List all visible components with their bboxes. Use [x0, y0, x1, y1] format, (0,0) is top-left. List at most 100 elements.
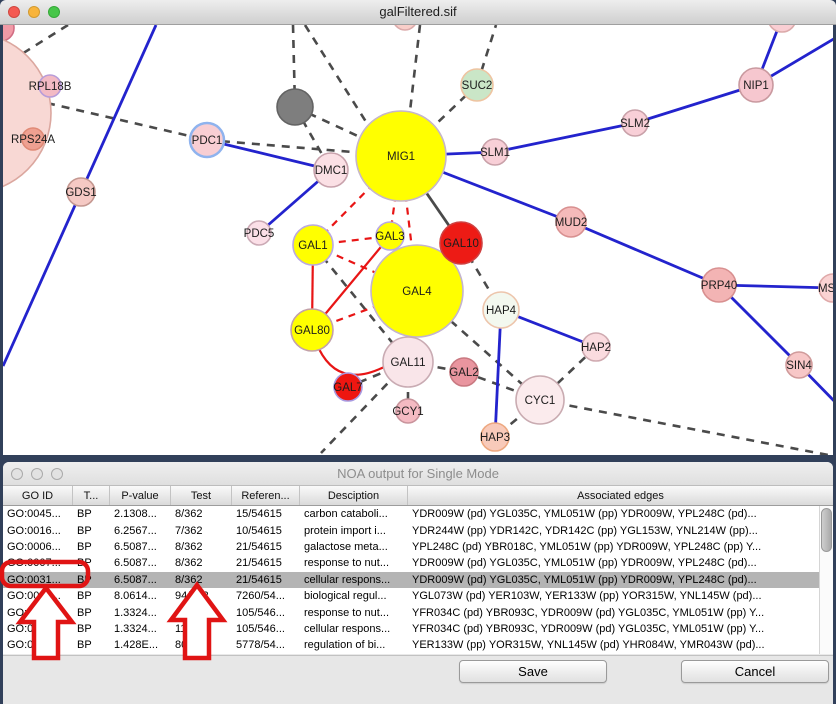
column-header-6[interactable]: Associated edges — [408, 486, 833, 505]
cell-test: 80/362 — [171, 639, 232, 651]
cell-go: GO:0031... — [3, 607, 73, 619]
cell-go: GO:0006... — [3, 541, 73, 553]
network-window-titlebar[interactable]: galFiltered.sif — [0, 0, 836, 25]
network-edge[interactable] — [540, 400, 828, 455]
node-label-PDC5: PDC5 — [244, 228, 275, 240]
table-row[interactable]: GO:0031...BP6.5087...8/36221/54615cellul… — [3, 572, 833, 588]
cell-p: 2.1308... — [110, 508, 171, 520]
network-node-dark[interactable] — [277, 89, 313, 125]
noa-button-bar: Save Cancel — [3, 655, 833, 704]
node-label-MIG1: MIG1 — [387, 151, 415, 163]
cell-p: 6.2567... — [110, 525, 171, 537]
noa-window-titlebar[interactable]: NOA output for Single Mode — [3, 462, 833, 486]
cell-go: GO:0007... — [3, 557, 73, 569]
cell-p: 1.3324... — [110, 607, 171, 619]
node-label-SIN4: SIN4 — [786, 360, 812, 372]
network-edge[interactable] — [571, 222, 719, 285]
network-node-trnode[interactable] — [768, 25, 796, 32]
network-edge[interactable] — [3, 192, 81, 366]
window-title: galFiltered.sif — [0, 4, 836, 19]
cell-go: GO:0031... — [3, 623, 73, 635]
network-edge[interactable] — [495, 310, 501, 437]
cell-type: BP — [73, 525, 110, 537]
cell-edges: YFR034C (pd) YBR093C, YDR009W (pd) YGL03… — [408, 623, 833, 635]
save-button[interactable]: Save — [459, 660, 607, 683]
cell-go: GO:0031... — [3, 574, 73, 586]
column-header-2[interactable]: P-value — [110, 486, 171, 505]
node-label-MUD2: MUD2 — [555, 217, 588, 229]
cell-desc: regulation of bi... — [300, 639, 408, 651]
network-node-tmnode[interactable] — [393, 25, 417, 30]
node-label-RPS24A: RPS24A — [11, 134, 55, 146]
cell-p: 6.5087... — [110, 541, 171, 553]
network-edge[interactable] — [635, 85, 756, 123]
network-node-corner[interactable] — [3, 25, 14, 41]
table-row[interactable]: GO:0006...BP6.5087...8/36221/54615galact… — [3, 539, 833, 555]
cell-type: BP — [73, 574, 110, 586]
cell-edges: YFR034C (pd) YBR093C, YDR009W (pd) YGL03… — [408, 607, 833, 619]
cell-ref: 21/54615 — [232, 541, 300, 553]
node-label-HAP3: HAP3 — [480, 432, 510, 444]
cell-desc: protein import i... — [300, 525, 408, 537]
cell-edges: YDR009W (pd) YGL035C, YML051W (pp) YDR00… — [408, 557, 833, 569]
cancel-button[interactable]: Cancel — [681, 660, 829, 683]
cell-go: GO:0016... — [3, 525, 73, 537]
cell-desc: biological regul... — [300, 590, 408, 602]
network-edge[interactable] — [410, 25, 420, 111]
table-scrollbar[interactable] — [819, 506, 833, 654]
table-row[interactable]: GO:0050...BP1.428E...80/3625778/54...reg… — [3, 637, 833, 653]
network-edge[interactable] — [47, 103, 207, 140]
column-header-0[interactable]: GO ID — [3, 486, 73, 505]
column-header-5[interactable]: Desciption — [300, 486, 408, 505]
cell-desc: carbon cataboli... — [300, 508, 408, 520]
table-row[interactable]: GO:0031...BP1.3324...11/362105/546...cel… — [3, 621, 833, 637]
network-edge[interactable] — [81, 25, 156, 192]
cell-ref: 105/546... — [232, 623, 300, 635]
table-row[interactable]: GO:0016...BP6.2567...7/36210/54615protei… — [3, 522, 833, 538]
table-row[interactable]: GO:0031...BP1.3324...11/362105/546...res… — [3, 604, 833, 620]
cell-go: GO:0065... — [3, 590, 73, 602]
cell-edges: YER133W (pp) YOR315W, YNL145W (pd) YHR08… — [408, 639, 833, 651]
cell-test: 8/362 — [171, 541, 232, 553]
node-label-GAL10: GAL10 — [443, 238, 479, 250]
scrollbar-thumb[interactable] — [821, 508, 832, 552]
node-label-PDC1: PDC1 — [192, 135, 223, 147]
table-row[interactable]: GO:0065...BP8.0614...94/3627260/54...bio… — [3, 588, 833, 604]
table-row[interactable]: GO:0045...BP2.1308...8/36215/54615carbon… — [3, 506, 833, 522]
node-label-GDS1: GDS1 — [65, 187, 96, 199]
node-label-MSL5: MSL5 — [818, 283, 833, 295]
cell-p: 6.5087... — [110, 557, 171, 569]
node-label-GCY1: GCY1 — [392, 406, 423, 418]
network-node-bigleft[interactable] — [3, 33, 51, 193]
network-canvas[interactable]: RPL18BRPS24AGDS1PDC1DMC1MIG1SUC2SLM1SLM2… — [3, 25, 833, 455]
cell-edges: YGL073W (pd) YER103W, YER133W (pp) YOR31… — [408, 590, 833, 602]
network-edge[interactable] — [17, 25, 68, 57]
network-edge[interactable] — [305, 25, 368, 125]
node-label-RPL18B: RPL18B — [29, 81, 72, 93]
cell-p: 1.3324... — [110, 623, 171, 635]
column-header-4[interactable]: Referen... — [232, 486, 300, 505]
table-row[interactable]: GO:0007...BP6.5087...8/36221/54615respon… — [3, 555, 833, 571]
cell-p: 1.428E... — [110, 639, 171, 651]
cell-type: BP — [73, 541, 110, 553]
network-edge[interactable] — [495, 123, 635, 152]
node-label-PRP40: PRP40 — [701, 280, 737, 292]
node-label-DMC1: DMC1 — [315, 165, 348, 177]
network-edge[interactable] — [319, 349, 384, 375]
cell-p: 8.0614... — [110, 590, 171, 602]
cell-ref: 10/54615 — [232, 525, 300, 537]
canvas-frame: RPL18BRPS24AGDS1PDC1DMC1MIG1SUC2SLM1SLM2… — [0, 25, 836, 455]
cell-test: 94/362 — [171, 590, 232, 602]
node-label-SLM1: SLM1 — [480, 147, 510, 159]
node-label-GAL4: GAL4 — [402, 286, 432, 298]
noa-table-body: GO:0045...BP2.1308...8/36215/54615carbon… — [3, 506, 833, 654]
column-header-1[interactable]: T... — [73, 486, 110, 505]
cell-ref: 5778/54... — [232, 639, 300, 651]
noa-window-title: NOA output for Single Mode — [3, 466, 833, 481]
cell-ref: 21/54615 — [232, 574, 300, 586]
cell-desc: response to nut... — [300, 607, 408, 619]
column-header-3[interactable]: Test — [171, 486, 232, 505]
node-label-GAL7: GAL7 — [333, 382, 362, 394]
cell-test: 11/362 — [171, 623, 232, 635]
cell-ref: 15/54615 — [232, 508, 300, 520]
